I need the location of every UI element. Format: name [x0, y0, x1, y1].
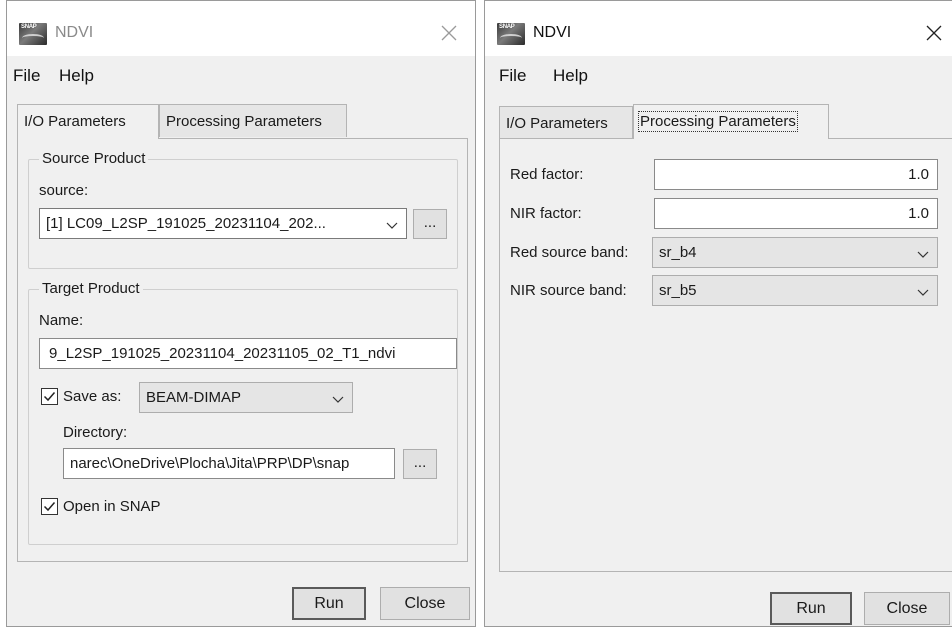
close-button[interactable]: Close — [864, 592, 950, 625]
snap-app-icon: SNAP — [19, 23, 47, 45]
chevron-down-icon — [917, 247, 929, 259]
source-product-group: Source Product source: [1] LC09_L2SP_191… — [28, 150, 458, 269]
red-factor-input[interactable]: 1.0 — [654, 159, 938, 190]
source-label: source: — [39, 182, 89, 199]
window-title: NDVI — [55, 24, 94, 41]
menu-bar: File Help — [485, 56, 952, 94]
target-name-input[interactable]: 9_L2SP_191025_20231104_20231105_02_T1_nd… — [39, 338, 457, 369]
close-icon[interactable] — [437, 21, 461, 45]
title-bar: SNAP NDVI — [485, 1, 952, 56]
snap-app-icon: SNAP — [497, 23, 525, 45]
directory-label: Directory: — [63, 424, 128, 441]
save-as-checkbox[interactable] — [41, 388, 58, 405]
chevron-down-icon — [386, 218, 398, 230]
tab-processing-parameters[interactable]: Processing Parameters — [159, 104, 347, 137]
menu-file[interactable]: File — [13, 66, 40, 86]
chevron-down-icon — [332, 392, 344, 404]
ndvi-dialog-processing: SNAP NDVI File Help I/O Parameters Proce… — [484, 0, 952, 627]
tab-processing-parameters[interactable]: Processing Parameters — [633, 104, 829, 139]
ndvi-dialog-io: SNAP NDVI File Help I/O Parameters Proce… — [6, 0, 476, 627]
directory-input[interactable]: narec\OneDrive\Plocha\Jita\PRP\DP\snap — [63, 448, 395, 479]
run-button[interactable]: Run — [770, 592, 852, 625]
target-product-title: Target Product — [39, 280, 143, 297]
tab-strip: I/O Parameters Processing Parameters — [499, 104, 939, 139]
red-source-band-select[interactable]: sr_b4 — [652, 237, 938, 268]
menu-file[interactable]: File — [499, 66, 526, 86]
directory-browse-button[interactable]: ... — [403, 449, 437, 479]
tab-io-parameters[interactable]: I/O Parameters — [499, 106, 633, 139]
run-button[interactable]: Run — [292, 587, 366, 620]
red-source-band-label: Red source band: — [510, 244, 629, 261]
nir-source-band-label: NIR source band: — [510, 282, 627, 299]
tab-io-parameters[interactable]: I/O Parameters — [17, 104, 159, 139]
source-product-title: Source Product — [39, 150, 149, 167]
title-bar: SNAP NDVI — [7, 1, 475, 56]
open-in-snap-checkbox[interactable] — [41, 498, 58, 515]
red-factor-label: Red factor: — [510, 166, 584, 183]
nir-source-band-select[interactable]: sr_b5 — [652, 275, 938, 306]
name-label: Name: — [39, 312, 84, 329]
nir-factor-input[interactable]: 1.0 — [654, 198, 938, 229]
open-in-snap-label: Open in SNAP — [63, 498, 161, 515]
menu-bar: File Help — [7, 56, 475, 94]
menu-help[interactable]: Help — [59, 66, 94, 86]
target-product-group: Target Product Name: 9_L2SP_191025_20231… — [28, 280, 458, 545]
processing-parameters-panel: Red factor: 1.0 NIR factor: 1.0 Red sour… — [499, 138, 952, 572]
io-parameters-panel: Source Product source: [1] LC09_L2SP_191… — [17, 138, 468, 562]
source-product-select[interactable]: [1] LC09_L2SP_191025_20231104_202... — [39, 208, 407, 239]
tab-strip: I/O Parameters Processing Parameters — [17, 104, 457, 139]
chevron-down-icon — [917, 285, 929, 297]
window-title: NDVI — [533, 24, 572, 41]
save-as-label: Save as: — [63, 388, 122, 405]
close-icon[interactable] — [922, 21, 946, 45]
source-browse-button[interactable]: ... — [413, 209, 447, 239]
save-format-select[interactable]: BEAM-DIMAP — [139, 382, 353, 413]
close-button[interactable]: Close — [380, 587, 470, 620]
nir-factor-label: NIR factor: — [510, 205, 582, 222]
menu-help[interactable]: Help — [553, 66, 588, 86]
